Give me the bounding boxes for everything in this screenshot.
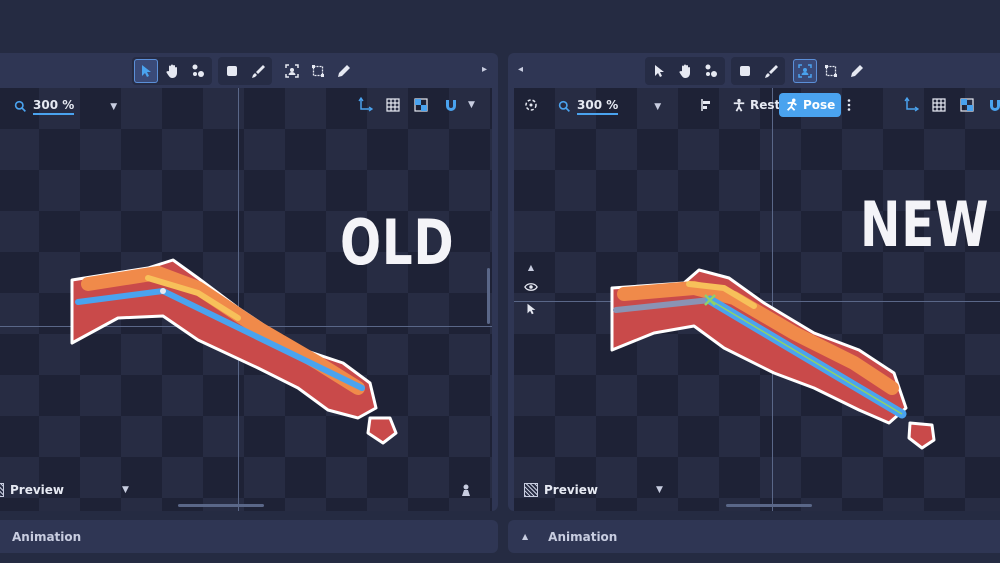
toolbar [508, 53, 1000, 88]
bone-tool-button[interactable] [186, 59, 210, 83]
preview-label: Preview [544, 483, 599, 497]
tool-group-misc [791, 57, 871, 85]
preview-pattern-icon [524, 483, 538, 497]
brush-icon [765, 64, 778, 78]
bone-icon [705, 64, 717, 77]
brush-tool-button[interactable] [246, 59, 270, 83]
canvas-viewport[interactable]: 300 % ▼ ▼ OLD Preview ▼ [0, 88, 492, 511]
tool-group-misc [278, 57, 358, 85]
horizontal-scrollbar[interactable] [726, 504, 812, 507]
brush-icon [252, 64, 265, 78]
preview-pattern-icon [0, 483, 4, 497]
tool-group-draw [731, 56, 785, 85]
cursor-icon [142, 64, 151, 77]
viewport-panel-new: ◂ 300 % ▼ Rest Pose ▲ NEW Preview ▼ [508, 53, 1000, 511]
pencil-icon [338, 64, 350, 77]
animation-panel-header[interactable]: Animation [0, 520, 498, 553]
arm-sprite-old [70, 258, 398, 445]
animation-panel-header[interactable]: ▲ Animation [508, 520, 1000, 553]
hand-icon [166, 64, 177, 78]
tool-group-transform [132, 56, 212, 85]
canvas-viewport[interactable]: 300 % ▼ Rest Pose ▲ NEW Preview ▼ [514, 88, 1000, 511]
expand-right-arrow[interactable]: ▸ [482, 64, 487, 75]
chevron-down-icon: ▼ [656, 485, 663, 495]
pencil-tool-button[interactable] [845, 59, 869, 83]
brush-tool-button[interactable] [759, 59, 783, 83]
pencil-icon [851, 64, 863, 77]
onion-skin-button[interactable] [455, 479, 477, 501]
expand-up-icon[interactable]: ▲ [522, 532, 528, 541]
crop-icon [312, 64, 324, 77]
vertical-scrollbar[interactable] [487, 268, 490, 324]
viewport-panel-old: ▸ 300 % ▼ ▼ OLD Preview ▼ [0, 53, 498, 511]
pan-tool-button[interactable] [160, 59, 184, 83]
preview-control[interactable]: Preview ▼ [524, 483, 663, 497]
crop-tool-button[interactable] [306, 59, 330, 83]
focus-tool-button[interactable] [280, 59, 304, 83]
toolbar [0, 53, 498, 88]
shape-tool-button[interactable] [733, 59, 757, 83]
bone-tool-button[interactable] [699, 59, 723, 83]
bone-icon [192, 64, 204, 77]
preview-control[interactable]: Preview ▼ [0, 483, 129, 497]
tool-group-draw [218, 56, 272, 85]
square-icon [740, 65, 750, 76]
expand-left-arrow[interactable]: ◂ [518, 64, 523, 75]
top-bar [0, 0, 1000, 46]
animation-label: Animation [548, 529, 618, 544]
select-tool-button[interactable] [647, 59, 671, 83]
tool-group-transform [645, 56, 725, 85]
hand-icon [679, 64, 690, 78]
focus-tool-button[interactable] [793, 58, 817, 83]
cursor-icon [655, 64, 664, 77]
focus-icon [285, 63, 299, 78]
chevron-down-icon: ▼ [122, 485, 129, 495]
pencil-tool-button[interactable] [332, 59, 356, 83]
focus-icon [798, 63, 812, 78]
preview-label: Preview [10, 483, 65, 497]
crop-icon [825, 64, 837, 77]
onion-skin-icon [462, 484, 470, 496]
square-icon [227, 65, 237, 76]
crop-tool-button[interactable] [819, 59, 843, 83]
horizontal-scrollbar[interactable] [178, 504, 264, 507]
arm-sprite-new [610, 268, 936, 450]
pan-tool-button[interactable] [673, 59, 697, 83]
select-tool-button[interactable] [134, 58, 158, 83]
animation-label: Animation [12, 529, 82, 544]
shape-tool-button[interactable] [220, 59, 244, 83]
